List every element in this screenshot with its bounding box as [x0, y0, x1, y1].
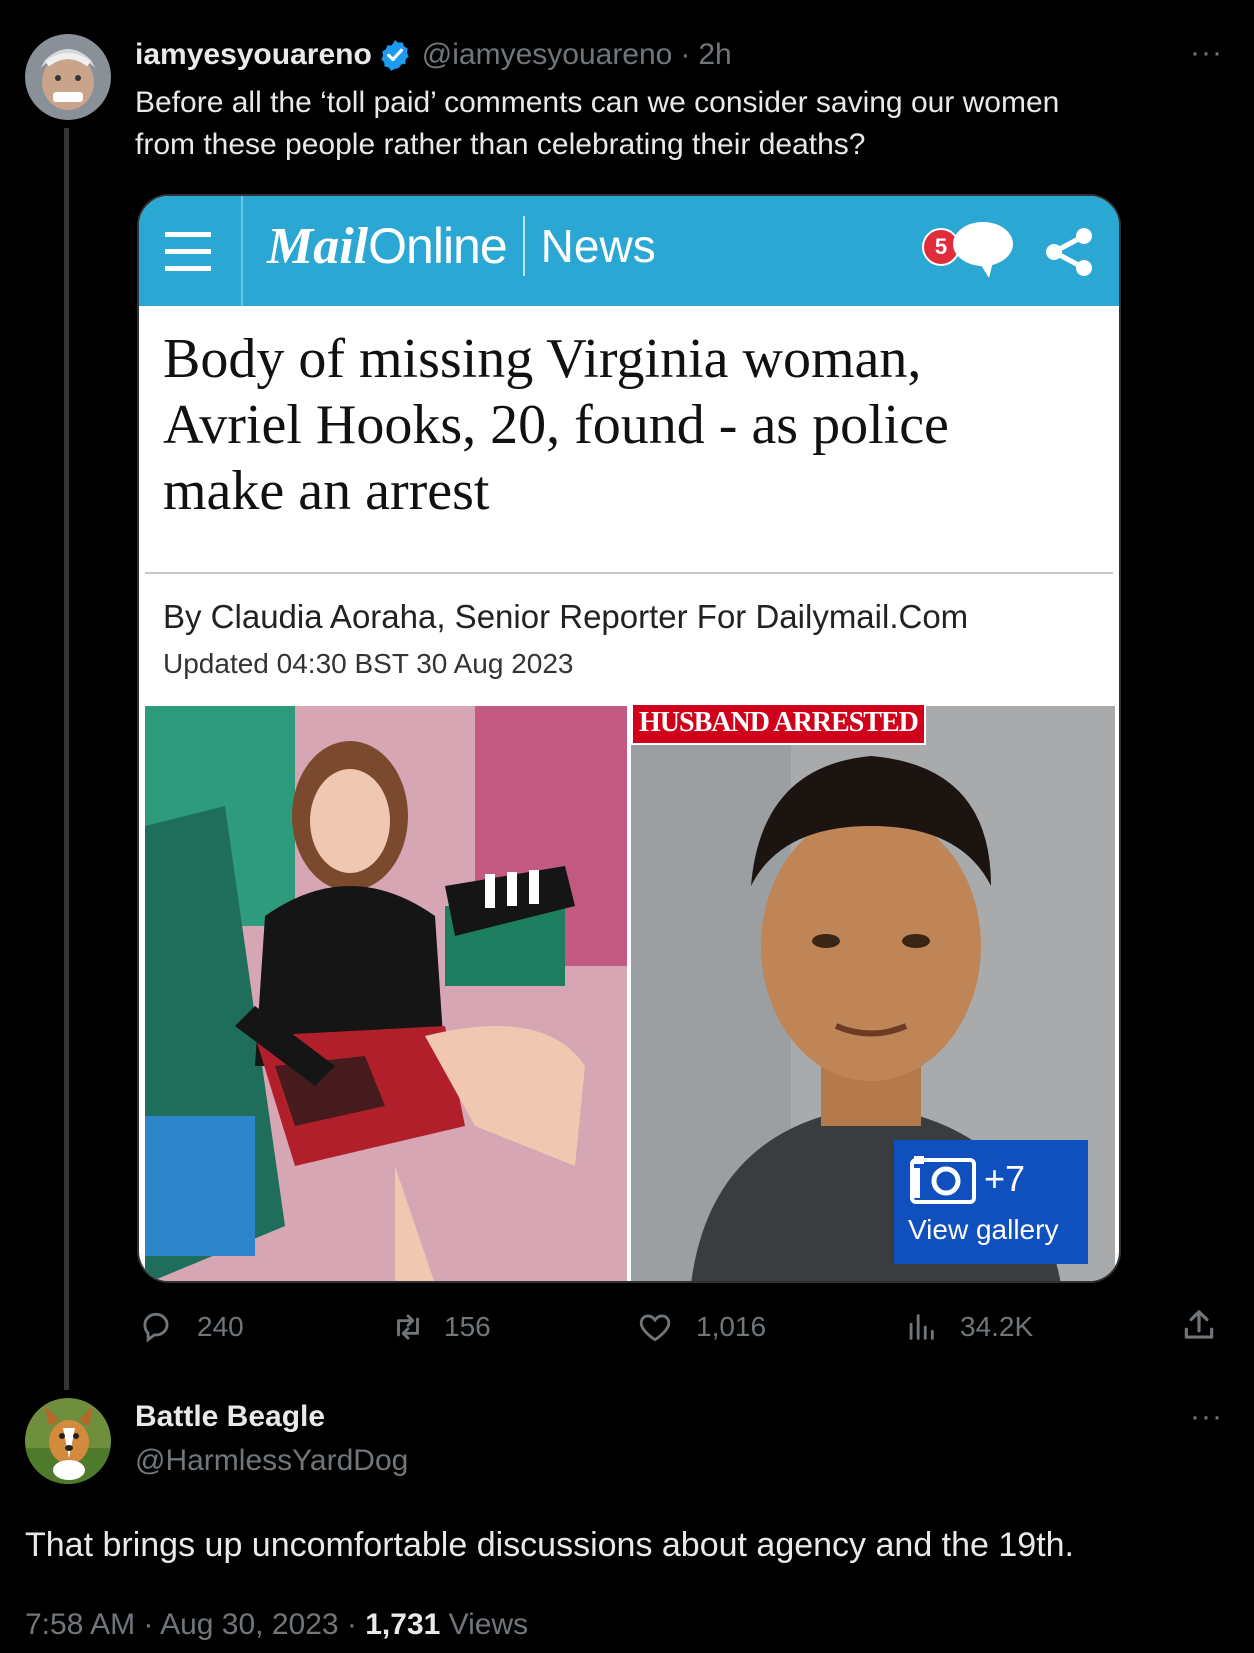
reply-author-handle[interactable]: @HarmlessYardDog	[135, 1444, 408, 1478]
comment-bubble-icon	[949, 218, 1015, 285]
section-news: News	[540, 220, 656, 272]
author-avatar[interactable]	[25, 34, 111, 120]
like-action[interactable]: 1,016	[636, 1308, 766, 1346]
header-divider	[241, 196, 243, 306]
share-icon	[1044, 226, 1096, 283]
dot-separator: ·	[680, 38, 691, 71]
reply-views-count: 1,731	[365, 1608, 441, 1641]
headline-divider	[145, 572, 1113, 574]
victim-photo	[145, 706, 627, 1281]
logo-separator	[522, 216, 525, 276]
mailonline-header-bar: Mail Online News 5	[139, 196, 1119, 306]
more-options-icon[interactable]: ···	[1190, 36, 1223, 70]
gallery-label: View gallery	[908, 1214, 1059, 1245]
views-chart-icon	[904, 1308, 938, 1346]
verified-badge-icon	[378, 38, 412, 72]
retweet-count: 156	[444, 1311, 491, 1342]
share-tweet-icon[interactable]	[1180, 1306, 1218, 1351]
reply-author-name[interactable]: Battle Beagle	[135, 1400, 325, 1434]
article-updated: Updated 04:30 BST 30 Aug 2023	[163, 648, 574, 679]
like-count: 1,016	[696, 1311, 767, 1342]
tweet-text-line-2: from these people rather than celebratin…	[135, 128, 866, 161]
reply-icon	[137, 1308, 175, 1346]
husband-arrested-label: HUSBAND ARRESTED	[631, 703, 926, 745]
view-gallery-button[interactable]: +7 View gallery	[894, 1140, 1088, 1264]
views-action[interactable]: 34.2K	[904, 1308, 1033, 1346]
embedded-image-card[interactable]: Mail Online News 5 Body of missing Virgi…	[137, 194, 1121, 1283]
hamburger-menu-icon	[165, 232, 211, 277]
camera-icon	[910, 1154, 976, 1204]
retweet-icon	[388, 1308, 428, 1346]
headline-line-2: Avriel Hooks, 20, found - as police	[163, 394, 949, 456]
article-headline: Body of missing Virginia woman, Avriel H…	[163, 326, 1103, 524]
retweet-action[interactable]: 156	[388, 1308, 491, 1346]
views-count: 34.2K	[960, 1311, 1034, 1342]
reply-author-avatar[interactable]	[25, 1398, 111, 1484]
gallery-count: +7	[984, 1158, 1026, 1199]
author-name[interactable]: iamyesyouareno	[135, 38, 372, 72]
gallery-count-row: +7	[910, 1154, 1025, 1204]
reply-timestamp[interactable]: 7:58 AM · Aug 30, 2023 ·	[25, 1608, 365, 1641]
thread-line	[64, 128, 69, 1390]
author-handle[interactable]: @iamyesyouareno	[422, 38, 673, 72]
tweet-timestamp[interactable]: 2h	[698, 38, 731, 72]
reply-count: 240	[197, 1311, 244, 1342]
tweet-text: Before all the ‘toll paid’ comments can …	[135, 82, 1215, 166]
headline-line-3: make an arrest	[163, 460, 490, 522]
reply-meta: 7:58 AM · Aug 30, 2023 · 1,731 Views	[25, 1608, 528, 1642]
reply-more-options-icon[interactable]: ···	[1190, 1400, 1223, 1434]
reply-views-label: Views	[440, 1608, 529, 1641]
reply-text: That brings up uncomfortable discussions…	[25, 1526, 1075, 1564]
article-byline: By Claudia Aoraha, Senior Reporter For D…	[163, 598, 969, 635]
headline-line-1: Body of missing Virginia woman,	[163, 328, 922, 390]
logo-mail: Mail	[267, 217, 369, 275]
tweet-header: iamyesyouareno @iamyesyouareno · 2h	[135, 38, 732, 72]
tweet-text-line-1: Before all the ‘toll paid’ comments can …	[135, 86, 1060, 119]
reply-action[interactable]: 240	[137, 1308, 244, 1346]
logo-online: Online	[368, 218, 508, 274]
heart-icon	[636, 1308, 674, 1346]
mailonline-logo: Mail Online News	[267, 216, 656, 276]
